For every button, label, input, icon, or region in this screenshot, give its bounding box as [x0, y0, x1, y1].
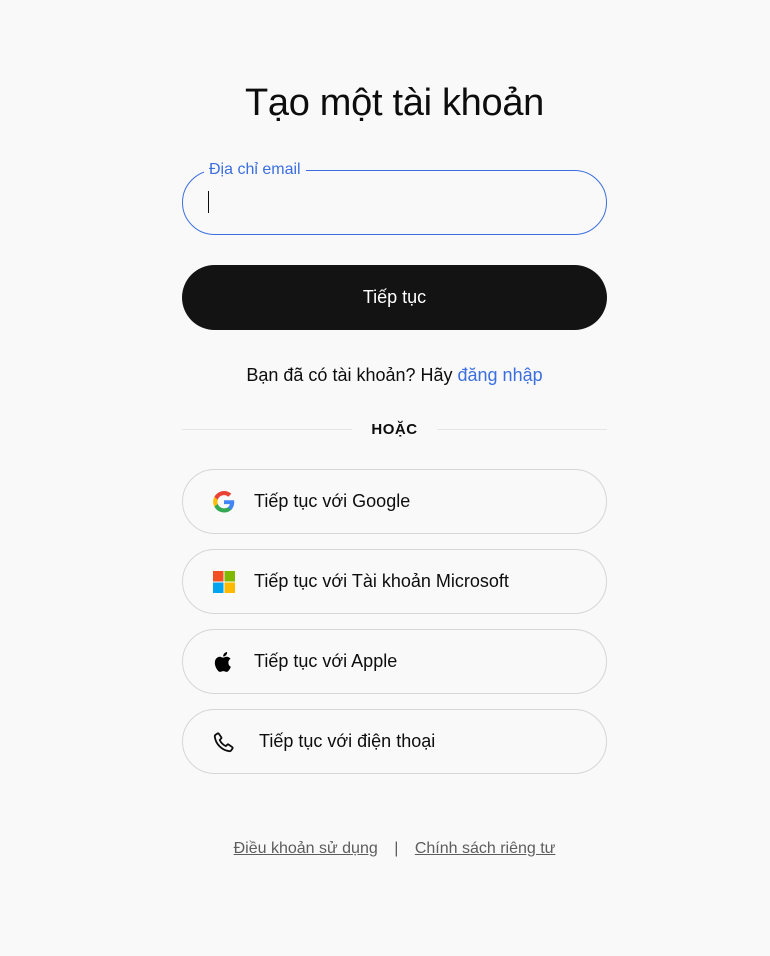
- continue-with-microsoft-button[interactable]: Tiếp tục với Tài khoản Microsoft: [182, 549, 607, 614]
- continue-with-google-button[interactable]: Tiếp tục với Google: [182, 469, 607, 534]
- privacy-policy-link[interactable]: Chính sách riêng tư: [415, 840, 556, 857]
- divider-text: HOẶC: [371, 421, 418, 438]
- phone-icon: [213, 732, 234, 753]
- continue-button[interactable]: Tiếp tục: [182, 265, 607, 330]
- login-link[interactable]: đăng nhập: [458, 365, 543, 385]
- email-field[interactable]: [205, 185, 589, 223]
- microsoft-button-label: Tiếp tục với Tài khoản Microsoft: [254, 571, 509, 591]
- terms-of-use-link[interactable]: Điều khoản sử dụng: [234, 840, 378, 857]
- email-field-label: Địa chỉ email: [204, 161, 306, 179]
- phone-button-label: Tiếp tục với điện thoại: [259, 731, 436, 751]
- continue-with-apple-button[interactable]: Tiếp tục với Apple: [182, 629, 607, 694]
- continue-with-phone-button[interactable]: Tiếp tục với điện thoại: [182, 709, 607, 774]
- login-prompt-text: Bạn đã có tài khoản? Hãy: [246, 365, 458, 385]
- or-divider: HOẶC: [182, 420, 607, 440]
- text-caret: [208, 191, 209, 213]
- apple-icon: [214, 652, 231, 672]
- page-title: Tạo một tài khoản: [244, 82, 545, 124]
- google-button-label: Tiếp tục với Google: [254, 491, 411, 511]
- email-field-container[interactable]: Địa chỉ email: [182, 161, 607, 235]
- apple-button-label: Tiếp tục với Apple: [254, 651, 398, 671]
- microsoft-icon: [213, 571, 235, 593]
- divider-line-right: [437, 429, 607, 430]
- login-prompt: Bạn đã có tài khoản? Hãy đăng nhập: [182, 365, 607, 386]
- footer-separator: |: [394, 840, 399, 857]
- footer-links: Điều khoản sử dụng | Chính sách riêng tư: [182, 840, 607, 858]
- google-icon: [213, 491, 235, 513]
